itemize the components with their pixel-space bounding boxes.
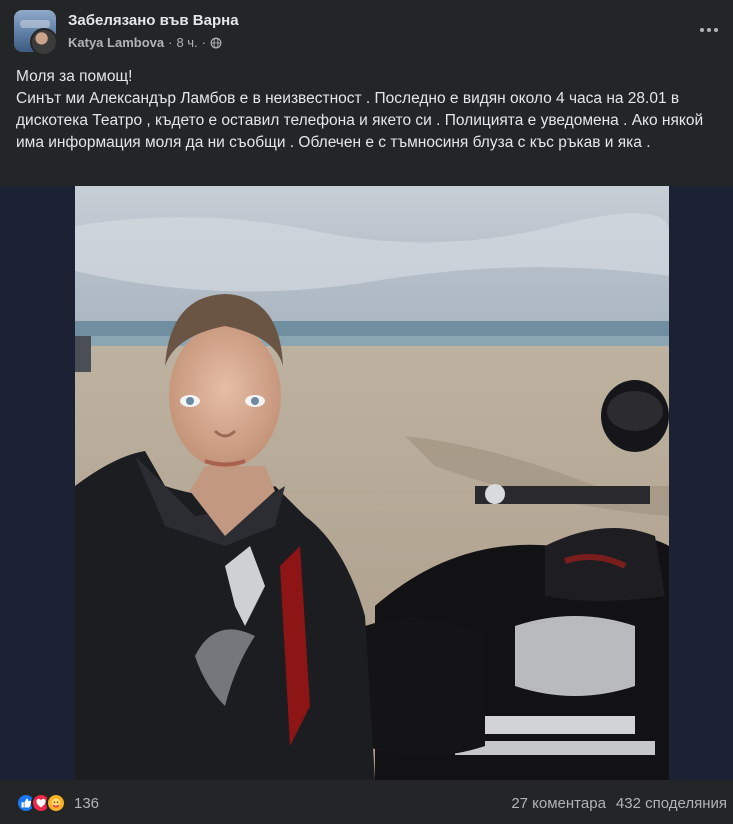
post-meta: Katya Lambova · 8 ч. · <box>68 35 222 50</box>
meta-separator: · <box>168 35 173 50</box>
more-horizontal-icon[interactable] <box>697 18 721 42</box>
post-timestamp[interactable]: 8 ч. <box>176 35 197 50</box>
author-name-link[interactable]: Katya Lambova <box>68 35 164 50</box>
group-name-link[interactable]: Забелязано във Варна <box>68 12 239 29</box>
photo-selfie-motorcycle-beach <box>75 186 669 780</box>
post-media <box>0 186 733 780</box>
post-footer: 136 27 коментара 432 споделяния <box>0 781 733 824</box>
post-stats: 27 коментара 432 споделяния <box>511 795 727 812</box>
reaction-count: 136 <box>74 794 100 812</box>
post-text: Моля за помощ! Синът ми Александър Ламбо… <box>16 66 724 154</box>
reactions-summary[interactable]: 136 <box>16 793 99 813</box>
comments-count-link[interactable]: 27 коментара <box>511 795 606 812</box>
post-photo[interactable] <box>75 186 669 780</box>
meta-separator: · <box>201 35 207 50</box>
post-text-line: Синът ми Александър Ламбов е в неизвестн… <box>16 90 704 151</box>
globe-icon <box>210 37 222 48</box>
author-avatar[interactable] <box>30 28 58 56</box>
post-header: Забелязано във Варна Katya Lambova · 8 ч… <box>0 0 733 62</box>
shares-count-link[interactable]: 432 споделяния <box>616 795 727 812</box>
care-icon <box>46 793 66 813</box>
post-text-line: Моля за помощ! <box>16 68 133 85</box>
